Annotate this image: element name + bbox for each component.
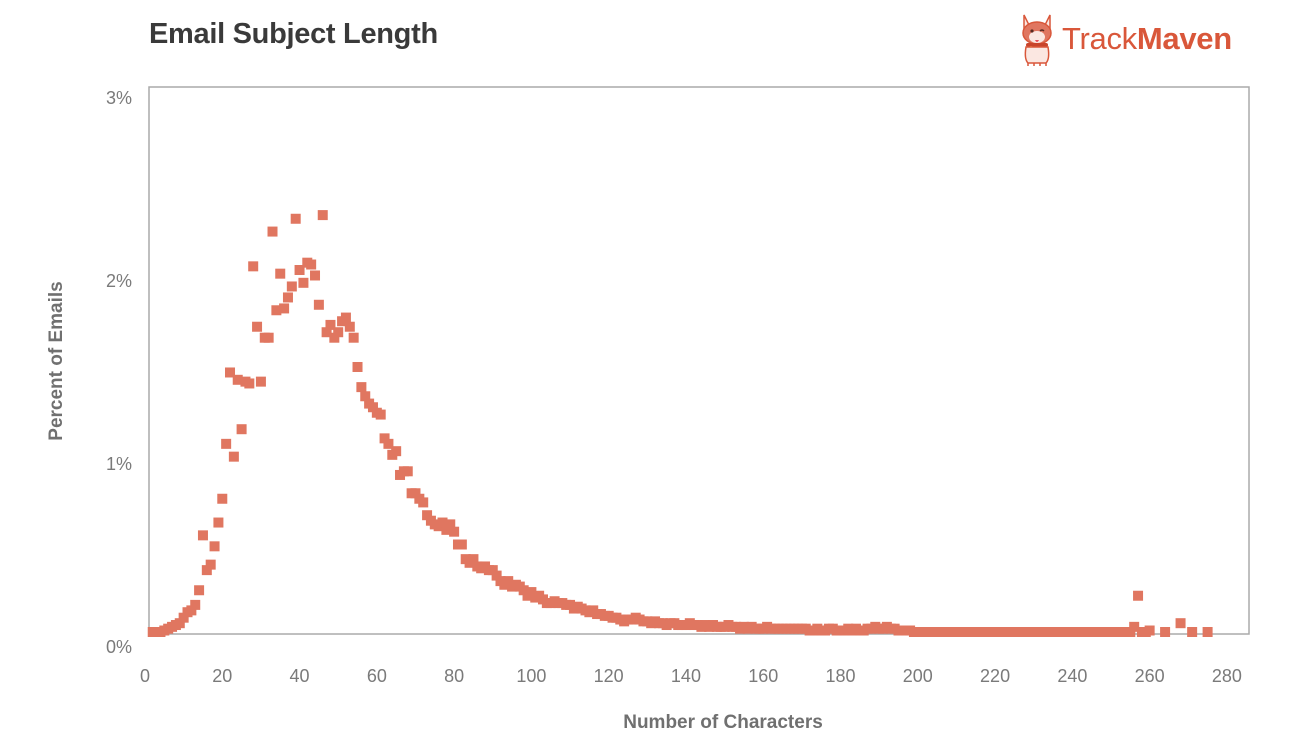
x-tick-label: 20 [212, 666, 232, 686]
y-axis-ticks: 0% 1% 2% 3% [106, 88, 132, 657]
data-point [402, 466, 413, 477]
data-point [279, 303, 290, 314]
data-point [197, 530, 208, 541]
data-point [449, 526, 460, 537]
x-tick-label: 160 [748, 666, 778, 686]
y-tick-label: 2% [106, 271, 132, 291]
data-point [333, 327, 344, 338]
data-point [310, 270, 321, 281]
data-point [340, 312, 351, 323]
data-point [244, 378, 255, 389]
x-tick-label: 0 [140, 666, 150, 686]
x-tick-label: 220 [980, 666, 1010, 686]
data-point [348, 332, 359, 343]
data-point [286, 281, 297, 292]
x-tick-label: 60 [367, 666, 387, 686]
data-point [190, 599, 201, 610]
y-tick-label: 3% [106, 88, 132, 108]
data-point [228, 451, 239, 462]
data-point [1187, 627, 1198, 637]
x-axis-ticks: 0 20 40 60 80 100 120 140 160 180 200 220 240 260 280 [140, 666, 1242, 686]
data-point [306, 259, 317, 270]
data-point [194, 585, 205, 596]
data-point [356, 382, 367, 393]
data-point [267, 226, 278, 237]
data-point [263, 332, 274, 343]
data-point [391, 446, 402, 457]
data-point [255, 376, 266, 387]
data-point [209, 541, 220, 552]
data-point [344, 321, 355, 332]
x-tick-label: 100 [516, 666, 546, 686]
x-tick-label: 240 [1057, 666, 1087, 686]
data-point [352, 361, 363, 372]
data-point [217, 493, 228, 504]
data-point [1133, 590, 1144, 601]
y-tick-label: 1% [106, 454, 132, 474]
data-point [275, 268, 286, 279]
y-axis-title: Percent of Emails [46, 281, 67, 440]
plot-area-frame [148, 86, 1250, 635]
data-point [317, 210, 328, 221]
data-point [252, 321, 263, 332]
data-point [213, 517, 224, 528]
data-point [236, 424, 247, 435]
y-tick-label: 0% [106, 637, 132, 657]
data-point [456, 539, 467, 550]
data-point [290, 213, 301, 224]
x-tick-label: 140 [671, 666, 701, 686]
data-point [418, 497, 429, 508]
data-point [375, 409, 386, 420]
x-tick-label: 280 [1212, 666, 1242, 686]
scatter-chart: 0% 1% 2% 3% 0 20 40 60 80 100 120 140 160 180 200 220 2… [46, 86, 1250, 733]
data-point [1144, 625, 1155, 636]
data-point [282, 292, 293, 303]
data-point [1175, 618, 1186, 629]
x-tick-label: 260 [1135, 666, 1165, 686]
x-tick-label: 180 [825, 666, 855, 686]
x-tick-label: 120 [594, 666, 624, 686]
data-point [221, 438, 232, 449]
data-point [205, 559, 216, 570]
data-point [1160, 627, 1171, 637]
data-points [147, 210, 1213, 637]
x-axis-title: Number of Characters [623, 712, 823, 733]
x-tick-label: 80 [444, 666, 464, 686]
data-point [248, 261, 259, 272]
x-tick-label: 200 [903, 666, 933, 686]
x-tick-label: 40 [290, 666, 310, 686]
data-point [298, 277, 309, 288]
data-point [1202, 627, 1213, 637]
data-point [313, 299, 324, 310]
